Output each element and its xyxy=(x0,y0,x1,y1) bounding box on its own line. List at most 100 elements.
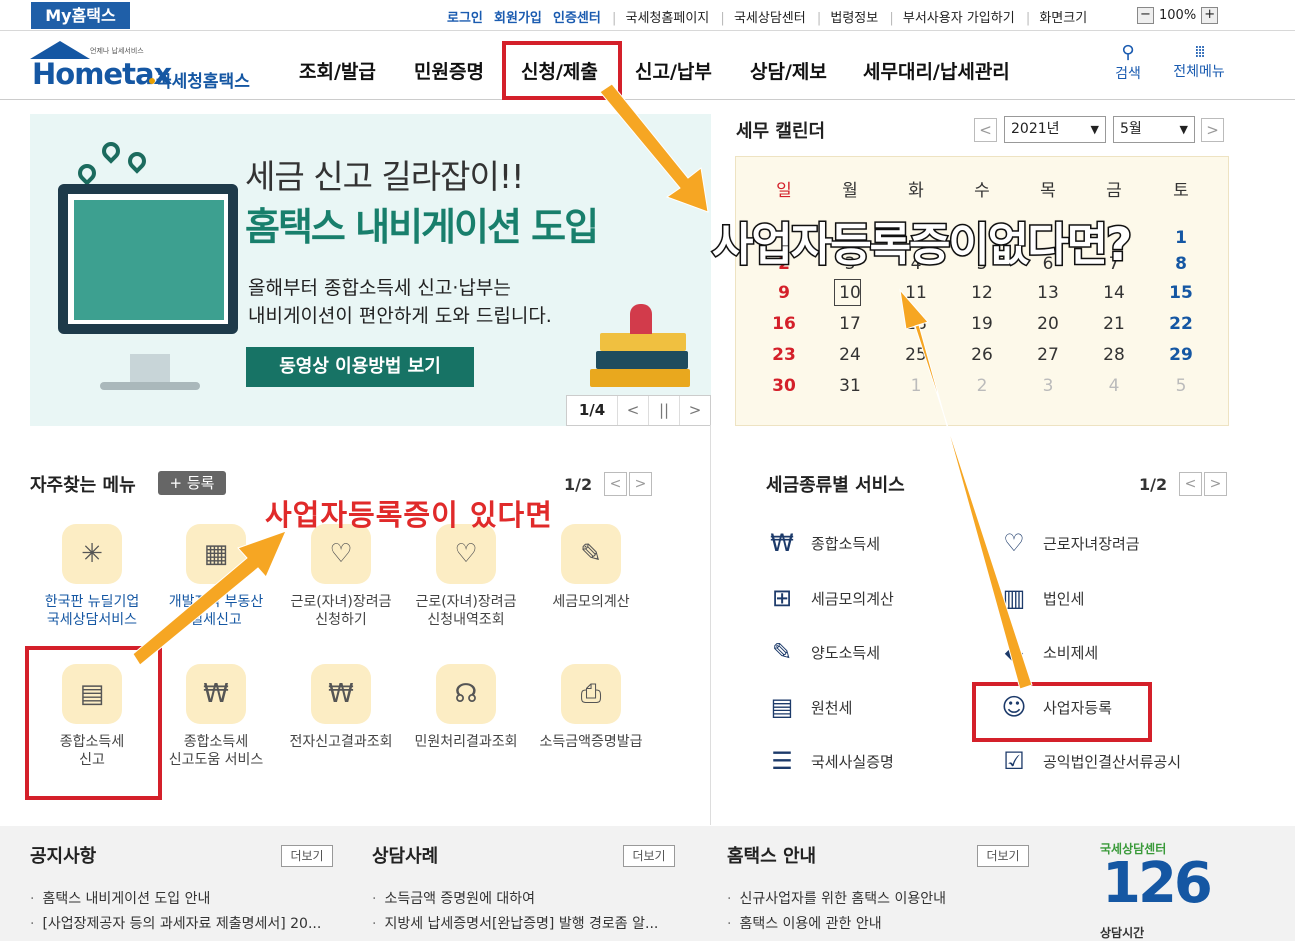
calendar-year-select[interactable]: 2021년 ▼ xyxy=(1004,116,1106,143)
calendar-day[interactable]: 4 xyxy=(1081,376,1147,396)
signup-link[interactable]: 회원가입 xyxy=(494,7,542,26)
video-guide-button[interactable]: 동영상 이용방법 보기 xyxy=(246,347,474,387)
nts-homepage-link[interactable]: 국세청홈페이지 xyxy=(626,7,710,26)
divider: | xyxy=(720,11,725,26)
salary-doc-icon: ▤ xyxy=(770,693,794,721)
zoom-out-button[interactable]: − xyxy=(1137,7,1154,24)
favorites-next-button[interactable]: > xyxy=(629,472,652,496)
calendar-day[interactable]: 26 xyxy=(949,345,1015,365)
chevron-down-icon: ▼ xyxy=(1090,123,1099,136)
calendar-day[interactable]: 27 xyxy=(1015,345,1081,365)
calendar-day[interactable]: 19 xyxy=(949,314,1015,334)
calendar-day[interactable]: 1 xyxy=(883,376,949,396)
calendar-day[interactable]: 1 xyxy=(1148,228,1214,248)
dept-user-signup-link[interactable]: 부서사용자 가입하기 xyxy=(903,7,1015,26)
nav-report-pay[interactable]: 신고/납부 xyxy=(635,57,712,84)
calendar-day[interactable]: 12 xyxy=(949,283,1015,303)
favorite-menu-item[interactable]: ₩ 종합소득세 신고도움 서비스 xyxy=(154,664,278,769)
nav-tax-agent[interactable]: 세무대리/납세관리 xyxy=(863,57,1010,84)
search-button[interactable]: ⚲ 검색 xyxy=(1112,42,1144,83)
notice-more-button[interactable]: 더보기 xyxy=(281,845,333,867)
favorite-menu-item[interactable]: ▦ 개발지역 부동산 실세신고 xyxy=(154,524,278,629)
favorites-add-button[interactable]: + 등록 xyxy=(158,471,226,495)
banner-prev-button[interactable]: < xyxy=(617,396,648,425)
favorite-menu-label: 민원처리결과조회 xyxy=(414,734,518,750)
guide-item[interactable]: 홈택스 이용에 관한 안내 xyxy=(727,913,881,933)
calendar-day[interactable]: 11 xyxy=(883,283,949,303)
tax-service-item[interactable]: ☰ 국세사실증명 xyxy=(765,744,894,778)
services-page: 1/2 xyxy=(1139,475,1168,494)
hometax-logo[interactable]: 언제나 납세서비스 Hometax 국세청홈택스 xyxy=(28,41,258,93)
calendar-day[interactable]: 31 xyxy=(817,376,883,396)
favorite-menu-item[interactable]: ♡ 근로(자녀)장려금 신청내역조회 xyxy=(404,524,528,629)
money-bag-icon: ₩ xyxy=(770,529,794,557)
login-link[interactable]: 로그인 xyxy=(447,7,483,26)
calendar-day[interactable]: 13 xyxy=(1015,283,1081,303)
calendar-day[interactable]: 29 xyxy=(1148,345,1214,365)
tax-service-item[interactable]: ⊞ 세금모의계산 xyxy=(765,581,894,615)
nav-inquiry[interactable]: 조회/발급 xyxy=(299,57,376,84)
main-banner[interactable]: 세금 신고 길라잡이!! 홈택스 내비게이션 도입 올해부터 종합소득세 신고·… xyxy=(30,114,711,426)
banner-next-button[interactable]: > xyxy=(679,396,710,425)
cert-center-link[interactable]: 인증센터 xyxy=(553,7,601,26)
calendar-next-button[interactable]: > xyxy=(1201,118,1224,142)
favorite-menu-item[interactable]: ♡ 근로(자녀)장려금 신청하기 xyxy=(279,524,403,629)
favorite-menu-item[interactable]: ⎙ 소득금액증명발급 xyxy=(529,664,653,751)
tax-service-item[interactable]: ▥ 법인세 xyxy=(997,581,1085,615)
my-hometax-button[interactable]: My홈택스 xyxy=(31,2,130,29)
calendar-day[interactable]: 3 xyxy=(1015,376,1081,396)
law-info-link[interactable]: 법령정보 xyxy=(830,7,878,26)
tax-service-item[interactable]: ☑ 공익법인결산서류공시 xyxy=(997,744,1181,778)
calendar-day[interactable]: 21 xyxy=(1081,314,1147,334)
calendar-day[interactable]: 23 xyxy=(751,345,817,365)
nav-certificate[interactable]: 민원증명 xyxy=(414,57,484,84)
services-prev-button[interactable]: < xyxy=(1179,472,1202,496)
section-divider xyxy=(710,425,711,825)
notice-item[interactable]: [사업장제공자 등의 과세자료 제출명세서] 20... xyxy=(30,913,321,933)
counsel-more-button[interactable]: 더보기 xyxy=(623,845,675,867)
guide-more-button[interactable]: 더보기 xyxy=(977,845,1029,867)
counsel-item[interactable]: 지방세 납세증명서[완납증명] 발행 경로좀 알... xyxy=(372,913,658,933)
guide-item[interactable]: 신규사업자를 위한 홈택스 이용안내 xyxy=(727,888,946,908)
calendar-day[interactable]: 20 xyxy=(1015,314,1081,334)
services-next-button[interactable]: > xyxy=(1204,472,1227,496)
tax-service-item[interactable]: ◆ 소비제세 xyxy=(997,635,1098,669)
favorite-menu-label: 근로(자녀)장려금 신청하기 xyxy=(290,594,392,628)
calendar-prev-button[interactable]: < xyxy=(974,118,997,142)
calendar-day[interactable]: 30 xyxy=(751,376,817,396)
calendar-day[interactable]: 2 xyxy=(949,376,1015,396)
calendar-day[interactable]: 8 xyxy=(1148,254,1214,274)
calendar-day[interactable]: 15 xyxy=(1148,283,1214,303)
calendar-day[interactable]: 25 xyxy=(883,345,949,365)
calendar-day[interactable]: 5 xyxy=(1148,376,1214,396)
calendar-day[interactable]: 14 xyxy=(1081,283,1147,303)
map-pin-icon xyxy=(74,160,100,186)
favorite-menu-item[interactable]: ☊ 민원처리결과조회 xyxy=(404,664,528,751)
calendar-day[interactable]: 9 xyxy=(751,283,817,303)
tax-service-item[interactable]: ▤ 원천세 xyxy=(765,690,853,724)
calendar-day[interactable]: 22 xyxy=(1148,314,1214,334)
counsel-center-link[interactable]: 국세상담센터 xyxy=(734,7,806,26)
calendar-day[interactable]: 16 xyxy=(751,314,817,334)
calendar-day[interactable]: 18 xyxy=(883,314,949,334)
counsel-center-126-badge[interactable]: 국세상담센터 126 상담시간 xyxy=(1100,840,1230,940)
favorite-menu-item[interactable]: ✎ 세금모의계산 xyxy=(529,524,653,611)
zoom-in-button[interactable]: + xyxy=(1201,7,1219,24)
banner-pause-button[interactable]: || xyxy=(648,396,679,425)
all-menu-button[interactable]: ⁞⁞⁞ 전체메뉴 xyxy=(1168,42,1230,81)
counsel-item[interactable]: 소득금액 증명원에 대하여 xyxy=(372,888,535,908)
tax-service-item[interactable]: ✎ 양도소득세 xyxy=(765,635,880,669)
favorites-prev-button[interactable]: < xyxy=(604,472,627,496)
calendar-day[interactable]: 17 xyxy=(817,314,883,334)
calendar-day[interactable]: 28 xyxy=(1081,345,1147,365)
calendar-day[interactable]: 24 xyxy=(817,345,883,365)
calendar-month-select[interactable]: 5월 ▼ xyxy=(1113,116,1195,143)
tax-service-item[interactable]: ₩ 종합소득세 xyxy=(765,526,880,560)
favorite-menu-item[interactable]: ₩ 전자신고결과조회 xyxy=(279,664,403,751)
notice-item[interactable]: 홈택스 내비게이션 도입 안내 xyxy=(30,888,210,908)
favorites-title: 자주찾는 메뉴 xyxy=(30,475,136,496)
nav-counsel[interactable]: 상담/제보 xyxy=(750,57,827,84)
tax-service-item[interactable]: ♡ 근로자녀장려금 xyxy=(997,526,1139,560)
notice-title: 공지사항 xyxy=(30,846,97,867)
favorite-menu-item[interactable]: ✳ 한국판 뉴딜기업 국세상담서비스 xyxy=(30,524,154,629)
